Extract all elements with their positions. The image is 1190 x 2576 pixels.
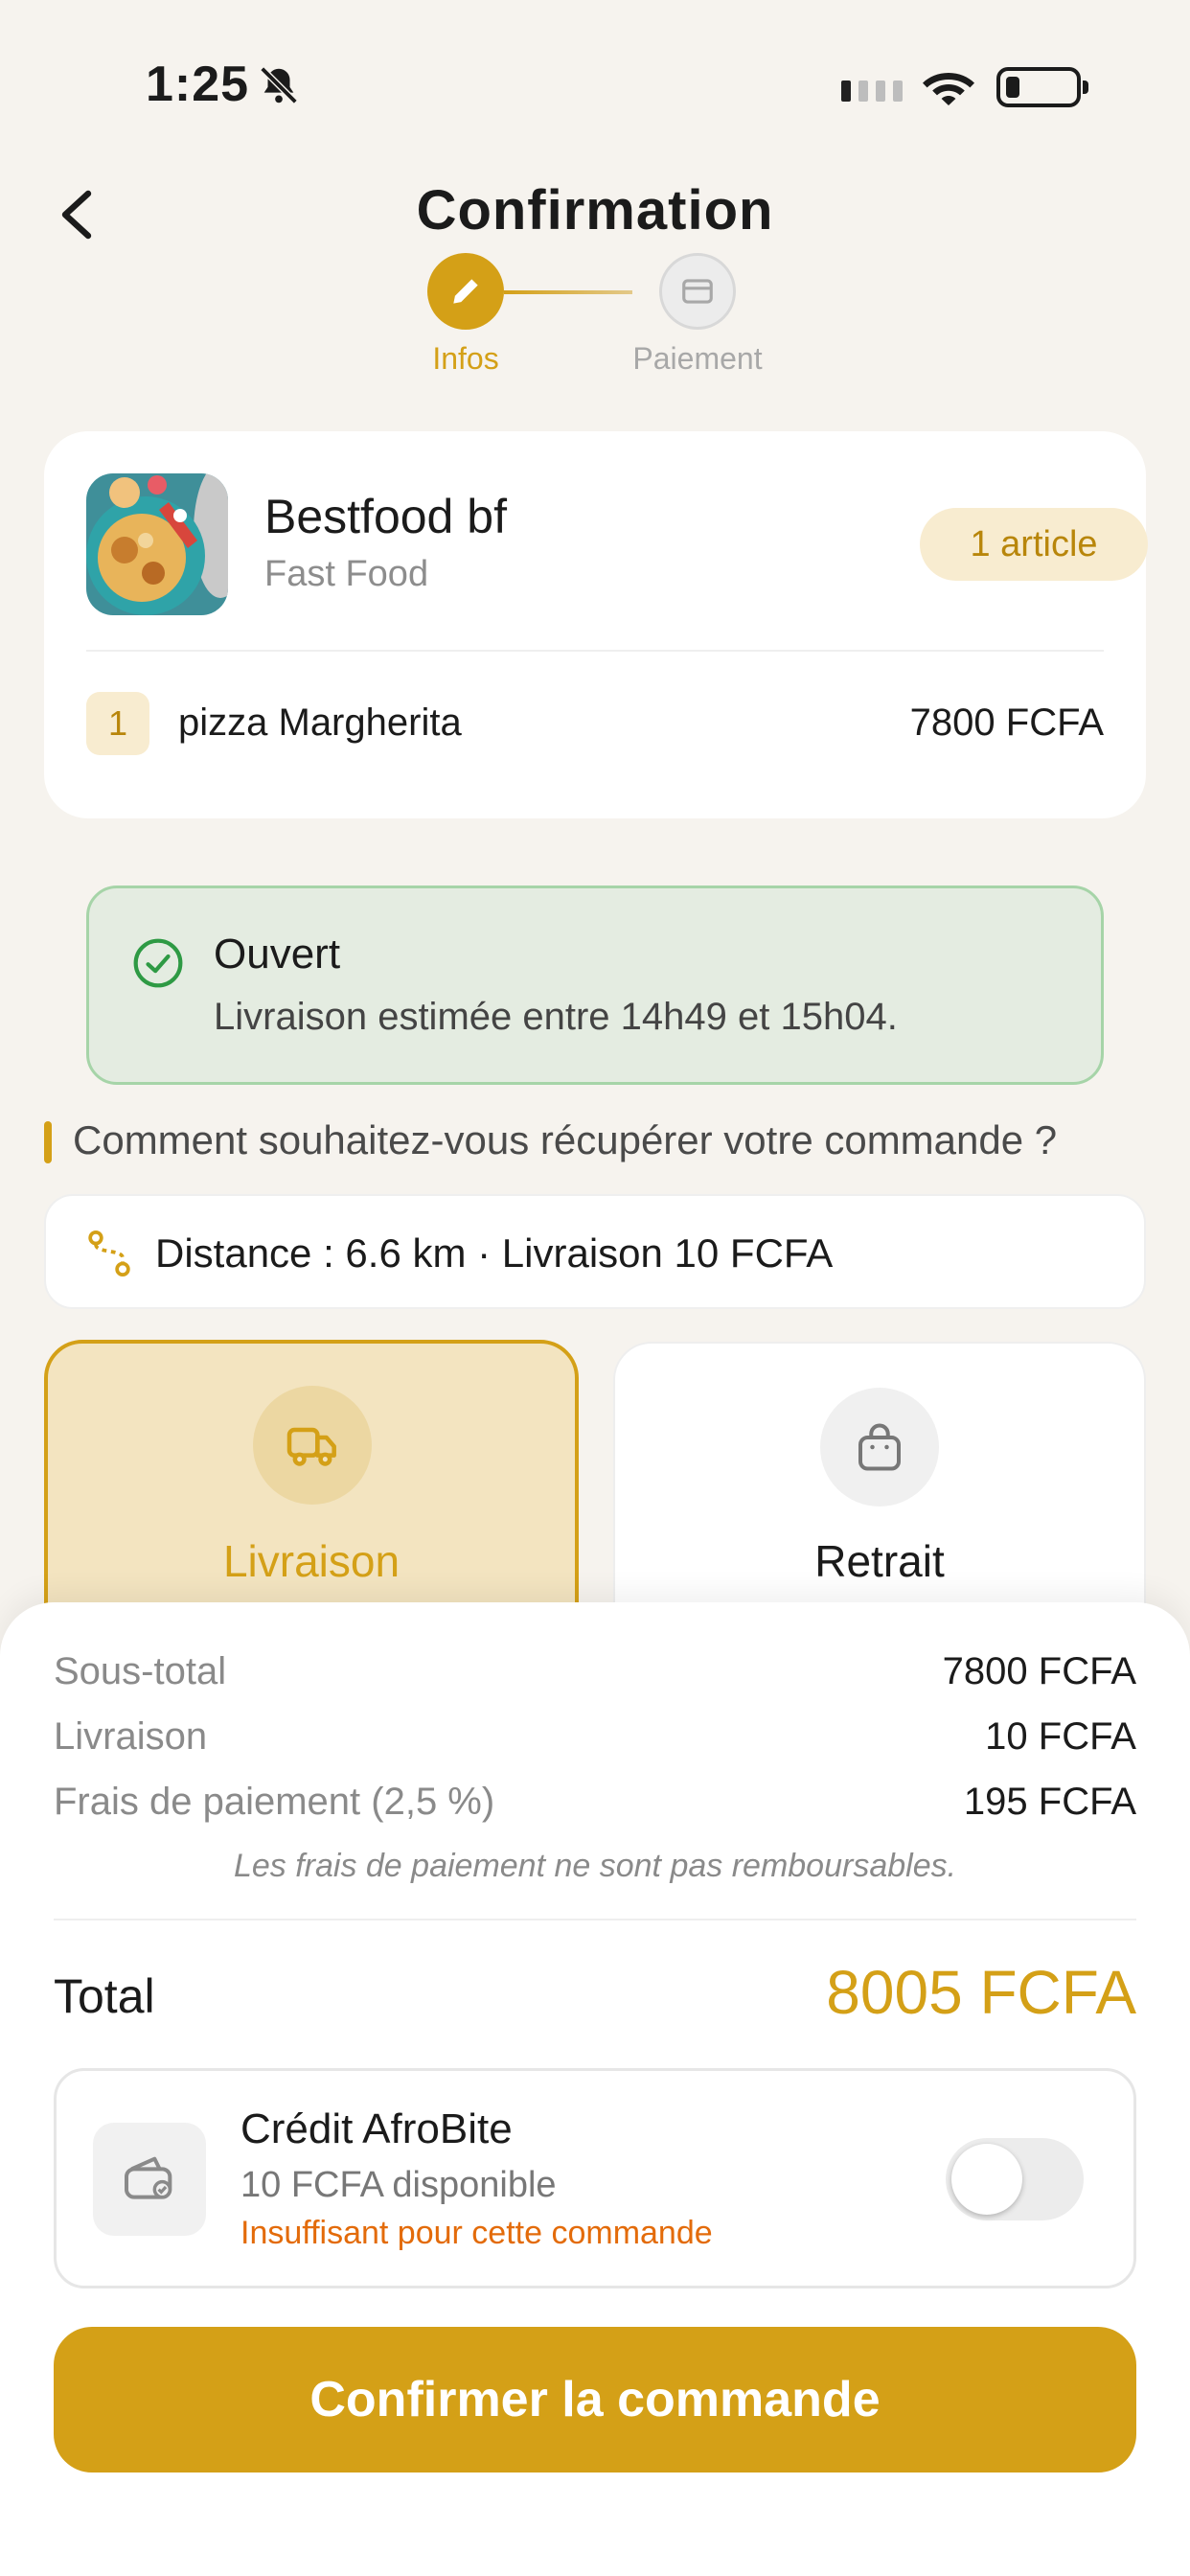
check-circle-icon [133, 938, 183, 988]
step-connector [504, 290, 632, 294]
card-icon [682, 279, 713, 304]
delivery-icon-wrap [253, 1386, 372, 1505]
page-title: Confirmation [416, 179, 774, 242]
step-infos-label: Infos [432, 341, 499, 376]
route-icon [88, 1230, 130, 1277]
article-count-badge: 1 article [920, 508, 1148, 581]
total-label: Total [54, 1969, 155, 2023]
wallet-icon [125, 2156, 172, 2199]
payment-fees-value: 195 FCFA [963, 1781, 1136, 1823]
credit-warning: Insuffisant pour cette commande [240, 2215, 713, 2251]
bag-icon [858, 1423, 901, 1471]
toggle-knob [951, 2144, 1022, 2215]
distance-info: Distance : 6.6 km · Livraison 10 FCFA [44, 1194, 1146, 1309]
open-status-banner: Ouvert Livraison estimée entre 14h49 et … [86, 886, 1104, 1085]
fees-note: Les frais de paiement ne sont pas rembou… [233, 1848, 957, 1884]
order-summary-sheet: Sous-total 7800 FCFA Livraison 10 FCFA F… [0, 1602, 1190, 2576]
divider [54, 1919, 1136, 1920]
restaurant-image [86, 473, 228, 615]
bell-muted-icon [260, 66, 298, 104]
wallet-icon-wrap [93, 2123, 206, 2236]
distance-text: Distance : 6.6 km · Livraison 10 FCFA [155, 1230, 834, 1276]
credit-toggle[interactable] [946, 2138, 1084, 2220]
wifi-icon [923, 73, 974, 105]
restaurant-name: Bestfood bf [264, 490, 507, 543]
pickup-icon-wrap [820, 1388, 939, 1506]
payment-fees-label: Frais de paiement (2,5 %) [54, 1781, 495, 1823]
divider [86, 650, 1104, 652]
total-value: 8005 FCFA [826, 1958, 1136, 2027]
step-paiement [659, 253, 736, 330]
credit-card: Crédit AfroBite 10 FCFA disponible Insuf… [54, 2068, 1136, 2288]
pickup-question: Comment souhaitez-vous récupérer votre c… [73, 1117, 1058, 1162]
credit-title: Crédit AfroBite [240, 2105, 513, 2152]
item-price: 7800 FCFA [909, 702, 1104, 744]
delivery-fee-label: Livraison [54, 1715, 208, 1758]
cellular-signal-icon [841, 80, 903, 102]
pickup-option-label: Retrait [814, 1536, 945, 1586]
battery-icon [996, 67, 1088, 107]
item-name: pizza Margherita [178, 702, 462, 744]
open-status-title: Ouvert [214, 931, 341, 978]
credit-available: 10 FCFA disponible [240, 2165, 557, 2205]
restaurant-category: Fast Food [264, 554, 429, 594]
restaurant-card: Bestfood bf Fast Food 1 article 1 pizza … [44, 431, 1148, 818]
truck-icon [286, 1427, 336, 1466]
status-time: 1:25 [146, 57, 250, 112]
subtotal-value: 7800 FCFA [942, 1650, 1136, 1692]
section-accent-bar [44, 1121, 52, 1163]
delivery-option-label: Livraison [222, 1536, 400, 1586]
delivery-estimate: Livraison estimée entre 14h49 et 15h04. [214, 996, 898, 1038]
pencil-icon [453, 279, 478, 304]
item-quantity: 1 [86, 692, 149, 755]
confirm-order-button[interactable]: Confirmer la commande [54, 2327, 1136, 2472]
step-paiement-label: Paiement [632, 341, 763, 376]
step-infos [427, 253, 504, 330]
subtotal-label: Sous-total [54, 1650, 227, 1692]
delivery-fee-value: 10 FCFA [985, 1715, 1136, 1758]
